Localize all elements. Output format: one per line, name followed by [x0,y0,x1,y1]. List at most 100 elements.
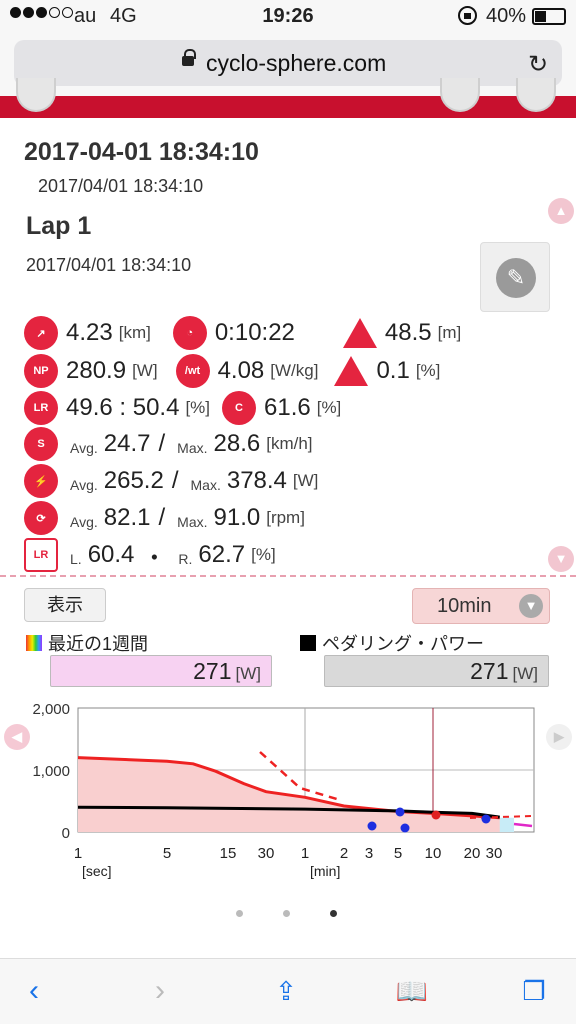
back-icon[interactable]: ‹ [14,971,54,1011]
np-icon: NP [24,354,58,388]
elevation-icon [342,318,377,348]
data-point [400,823,410,833]
legend-week-label: 最近の1週間 [48,634,149,654]
stats-row-1: ↗ 4.23 [km] ◔ 0:10:22 48.5 [m] [24,316,461,350]
x-tick-label: 10 [425,845,442,862]
avg-label: Avg. [70,440,98,456]
pedal-value: 271 [470,658,509,684]
y-tick-label: 1,000 [32,763,70,780]
power-weight-value: 4.08 [217,357,265,384]
separator-dot: ・ [142,544,167,572]
page-dot[interactable] [236,910,243,917]
left-label: L. [70,551,82,567]
lr-balance-value: 49.6 : 50.4 [66,394,180,421]
duration-value: 0:10:22 [214,319,295,346]
distance-value: 4.23 [66,319,113,346]
cadence-max: 91.0 [213,504,261,531]
right-label: R. [178,551,193,567]
pedal-value-box: 271 [W] [324,655,549,687]
slash: / [158,430,166,457]
x-tick-label: 30 [258,845,275,862]
scroll-down-icon[interactable]: ▼ [548,546,574,572]
browser-toolbar: ‹ › ⇪ 📖 ❐ [0,958,576,1024]
y-tick-label: 0 [62,825,70,842]
x-unit-label: [min] [310,863,340,879]
cadence-unit: [rpm] [266,508,305,527]
x-tick-label: 1 [74,845,82,862]
week-value-box: 271 [W] [50,655,272,687]
max-label: Max. [177,514,208,530]
menu-button[interactable] [16,78,56,112]
forward-icon[interactable]: › [140,971,180,1011]
lr-efficiency-icon: LR [24,538,58,572]
stats-row-3: LR 49.6 : 50.4 [%] C 61.6 [%] [24,391,341,425]
edit-button[interactable]: ✎ [480,242,550,312]
data-point [481,814,491,824]
x-unit-label: [sec] [82,863,112,879]
bookmarks-icon[interactable]: 📖 [392,971,432,1011]
scroll-up-icon[interactable]: ▲ [548,198,574,224]
lap-time: 2017/04/01 18:34:10 [26,255,192,275]
divider [0,575,576,577]
efficiency-value: 61.6 [264,394,311,421]
black-swatch-icon [300,635,316,651]
prev-chart-icon[interactable]: ◀ [4,724,30,750]
np-unit: [W] [132,361,158,380]
elevation-value: 48.5 [384,319,432,346]
grade-icon [334,356,369,386]
stats-row-lr-eff: LR L. 60.4 ・ R. 62.7 [%] [24,538,276,572]
max-label: Max. [177,440,208,456]
activity-subtitle: 2017/04/01 18:34:10 [38,176,204,196]
battery-percent: 40% [486,5,527,27]
power-avg: 265.2 [103,467,164,494]
avg-label: Avg. [70,514,98,530]
header-button[interactable] [440,78,480,112]
lr-balance-unit: [%] [185,398,210,417]
rotation-lock-icon [458,6,477,25]
page-dot-active[interactable] [330,910,337,917]
data-point [431,810,441,820]
share-icon[interactable]: ⇪ [266,971,306,1011]
reload-icon[interactable]: ↻ [528,50,548,79]
legend-week: 最近の1週間 [26,630,148,656]
avg-label: Avg. [70,477,98,493]
left-value: 60.4 [87,541,135,568]
pencil-icon: ✎ [496,258,536,298]
next-chart-icon[interactable]: ▶ [546,724,572,750]
power-unit: [W] [292,471,319,490]
show-button[interactable]: 表示 [24,588,106,622]
stats-row-cadence: ⟳ Avg. 82.1 / Max. 91.0 [rpm] [24,501,305,535]
grade-value: 0.1 [376,357,410,384]
range-select[interactable]: 10min ▼ [412,588,550,624]
x-tick-label: 20 [464,845,481,862]
range-select-value: 10min [437,595,492,617]
np-value: 280.9 [66,357,127,384]
data-point [395,807,405,817]
power-curve-chart: 2,0001,00001 5 15 30 1 2 3 5 10 20 30[sec] [min] [32,701,535,879]
power-max: 378.4 [226,467,287,494]
cadence-icon: ⟳ [24,501,58,535]
x-tick-label: 15 [220,845,237,862]
y-tick-label: 2,000 [32,701,70,718]
lock-icon [182,49,196,66]
header-button[interactable] [516,78,556,112]
efficiency-icon: C [222,391,256,425]
distance-icon: ↗ [24,316,58,350]
speed-icon: S [24,427,58,461]
power-weight-icon: /wt [175,354,210,388]
browser-bar: cyclo-sphere.com ↻ [0,34,576,96]
max-label: Max. [190,477,221,493]
lr-balance-icon: LR [24,391,58,425]
data-point [367,821,377,831]
pedal-unit: [W] [512,664,539,683]
page-dot[interactable] [283,910,290,917]
chevron-down-icon: ▼ [519,594,543,618]
page-indicator [236,910,337,917]
stats-row-power: ⚡ Avg. 265.2 / Max. 378.4 [W] [24,464,318,498]
distance-unit: [km] [118,323,151,342]
battery-icon [532,8,566,25]
slash: / [158,504,166,531]
stats-row-speed: S Avg. 24.7 / Max. 28.6 [km/h] [24,427,313,461]
activity-title: 2017-04-01 18:34:10 [24,138,259,166]
tabs-icon[interactable]: ❐ [514,971,554,1011]
